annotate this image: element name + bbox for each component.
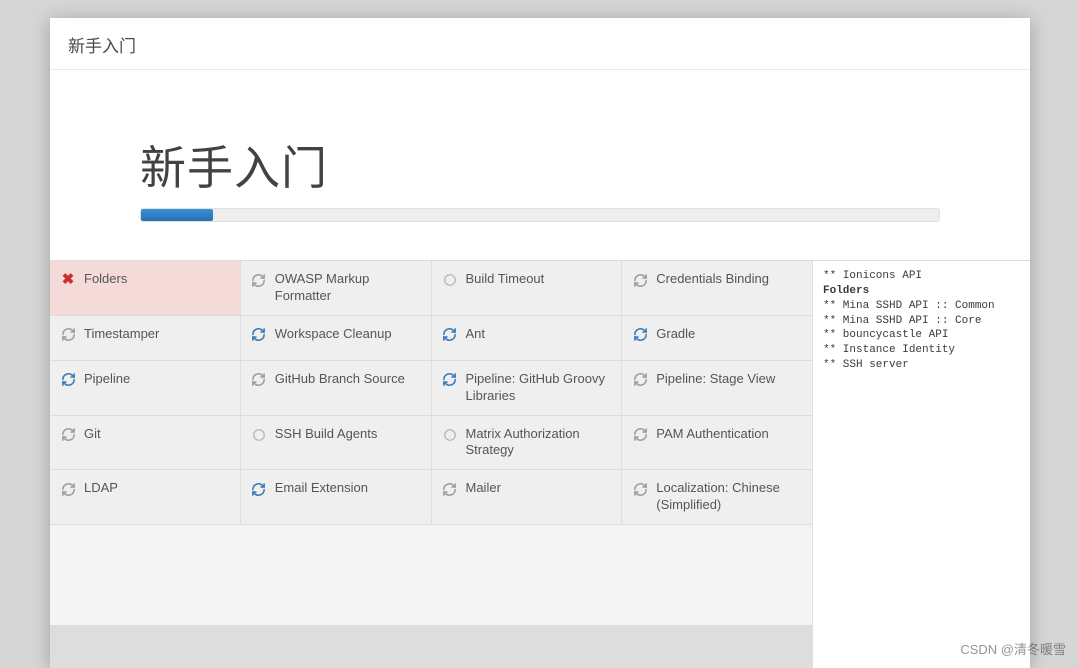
plugin-cell: Timestamper [50, 316, 240, 360]
refresh-icon [632, 327, 648, 343]
plugin-cell: Matrix Authorization Strategy [432, 416, 622, 470]
modal-header: 新手入门 [50, 18, 1030, 70]
log-line: ** Mina SSHD API :: Common [823, 299, 1020, 314]
plugin-label: GitHub Branch Source [275, 371, 405, 388]
plugin-cell: Ant [432, 316, 622, 360]
plugin-label: Pipeline: Stage View [656, 371, 775, 388]
plugin-label: Timestamper [84, 326, 159, 343]
log-line: ** Mina SSHD API :: Core [823, 314, 1020, 329]
plugin-cell: Pipeline [50, 361, 240, 415]
plugin-cell: OWASP Markup Formatter [241, 261, 431, 315]
grid-filler [50, 525, 812, 625]
plugin-label: Localization: Chinese (Simplified) [656, 480, 802, 514]
refresh-icon [251, 272, 267, 288]
plugin-cell: Pipeline: GitHub Groovy Libraries [432, 361, 622, 415]
plugin-label: OWASP Markup Formatter [275, 271, 421, 305]
plugin-label: Pipeline: GitHub Groovy Libraries [466, 371, 612, 405]
log-line: ** bouncycastle API [823, 328, 1020, 343]
pending-icon [251, 427, 267, 443]
refresh-icon [632, 427, 648, 443]
plugin-cell: Credentials Binding [622, 261, 812, 315]
plugin-label: Git [84, 426, 101, 443]
plugin-cell: ✖ Folders [50, 261, 240, 315]
plugin-label: Matrix Authorization Strategy [466, 426, 612, 460]
error-icon: ✖ [60, 272, 76, 288]
refresh-icon [251, 327, 267, 343]
refresh-icon [632, 272, 648, 288]
refresh-icon [251, 372, 267, 388]
plugin-cell: SSH Build Agents [241, 416, 431, 470]
refresh-icon [632, 481, 648, 497]
plugin-cell: PAM Authentication [622, 416, 812, 470]
refresh-icon [251, 481, 267, 497]
plugin-cell: LDAP [50, 470, 240, 524]
refresh-icon [60, 481, 76, 497]
install-log-panel: ** Ionicons APIFolders** Mina SSHD API :… [812, 261, 1030, 668]
plugin-cell: Build Timeout [432, 261, 622, 315]
refresh-icon [442, 481, 458, 497]
refresh-icon [442, 372, 458, 388]
plugin-cell: Git [50, 416, 240, 470]
plugin-label: Credentials Binding [656, 271, 769, 288]
plugin-cell: Localization: Chinese (Simplified) [622, 470, 812, 524]
log-line: ** SSH server [823, 358, 1020, 373]
plugin-cell: Pipeline: Stage View [622, 361, 812, 415]
log-line: ** Instance Identity [823, 343, 1020, 358]
plugin-cell: Mailer [432, 470, 622, 524]
plugin-label: Pipeline [84, 371, 130, 388]
plugin-label: Gradle [656, 326, 695, 343]
refresh-icon [60, 427, 76, 443]
refresh-icon [442, 327, 458, 343]
plugin-cell: Gradle [622, 316, 812, 360]
install-content: ✖ Folders OWASP Markup Formatter Build Time… [50, 260, 1030, 668]
plugin-grid: ✖ Folders OWASP Markup Formatter Build Time… [50, 261, 812, 668]
refresh-icon [60, 372, 76, 388]
pending-icon [442, 427, 458, 443]
plugin-label: LDAP [84, 480, 118, 497]
install-progress-fill [141, 209, 213, 221]
watermark-text: CSDN @清冬暖雪 [960, 639, 1066, 658]
pending-icon [442, 272, 458, 288]
refresh-icon [632, 372, 648, 388]
log-line: Folders [823, 284, 1020, 299]
plugin-label: PAM Authentication [656, 426, 769, 443]
plugin-label: Folders [84, 271, 127, 288]
plugin-label: SSH Build Agents [275, 426, 378, 443]
page-title: 新手入门 [140, 132, 940, 198]
hero-section: 新手入门 [50, 70, 1030, 260]
plugin-label: Ant [466, 326, 486, 343]
plugin-cell: GitHub Branch Source [241, 361, 431, 415]
plugin-cell: Email Extension [241, 470, 431, 524]
plugin-cell: Workspace Cleanup [241, 316, 431, 360]
plugin-label: Email Extension [275, 480, 368, 497]
plugin-label: Build Timeout [466, 271, 545, 288]
plugin-label: Workspace Cleanup [275, 326, 392, 343]
modal-header-title: 新手入门 [68, 37, 136, 56]
refresh-icon [60, 327, 76, 343]
plugin-label: Mailer [466, 480, 501, 497]
install-progress-bar [140, 208, 940, 222]
setup-wizard-modal: 新手入门 新手入门 ✖ Folders OWASP Markup Formatter… [50, 18, 1030, 668]
log-line: ** Ionicons API [823, 269, 1020, 284]
